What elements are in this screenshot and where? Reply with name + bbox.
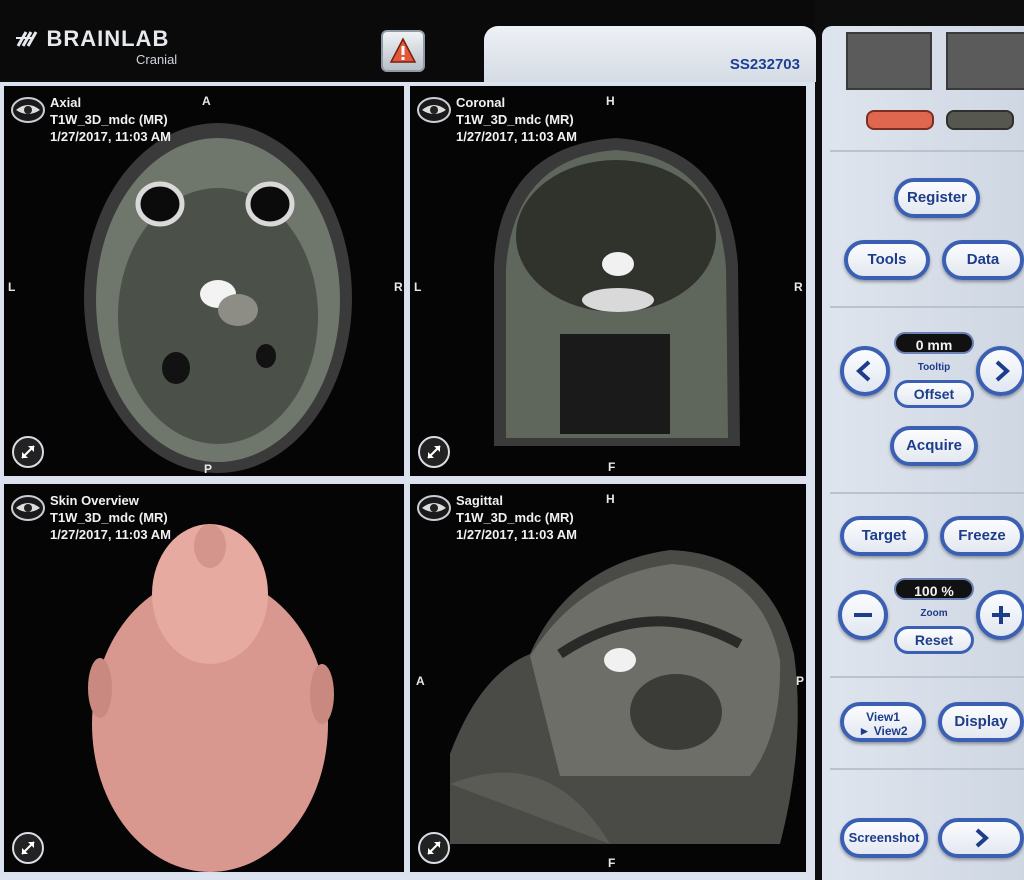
- viewport-name: Skin Overview: [50, 493, 139, 508]
- target-button[interactable]: Target: [840, 516, 928, 556]
- chevron-left-icon: [856, 360, 871, 382]
- viewport-sagittal[interactable]: Sagittal T1W_3D_mdc (MR) 1/27/2017, 11:0…: [408, 482, 808, 874]
- maximize-icon: [21, 841, 35, 855]
- control-panel: Register Tools Data 0 mm Tooltip Offset …: [822, 26, 1024, 880]
- camera-view-left: [846, 32, 932, 90]
- divider: [830, 492, 1024, 494]
- orientation-top: A: [202, 94, 211, 108]
- viewport-skin-overview[interactable]: Skin Overview T1W_3D_mdc (MR) 1/27/2017,…: [2, 482, 406, 874]
- series-name: T1W_3D_mdc (MR): [50, 510, 168, 525]
- chevron-right-icon: [995, 360, 1010, 382]
- offset-decrease-button[interactable]: [840, 346, 890, 396]
- divider: [830, 768, 1024, 770]
- warning-button[interactable]: [381, 30, 425, 72]
- next-button[interactable]: [938, 818, 1024, 858]
- maximize-button[interactable]: [418, 832, 450, 864]
- viewport-axial[interactable]: Axial T1W_3D_mdc (MR) 1/27/2017, 11:03 A…: [2, 84, 406, 478]
- patient-id: SS232703: [729, 56, 800, 73]
- zoom-in-button[interactable]: [976, 590, 1024, 640]
- eye-icon[interactable]: [10, 494, 46, 522]
- viewport-title-block: Coronal T1W_3D_mdc (MR) 1/27/2017, 11:03…: [456, 94, 577, 145]
- orientation-bottom: P: [204, 462, 213, 476]
- brand-name: BRAINLAB: [46, 26, 170, 51]
- eye-icon[interactable]: [10, 96, 46, 124]
- maximize-icon: [427, 841, 441, 855]
- orientation-left: A: [416, 674, 425, 688]
- maximize-button[interactable]: [12, 436, 44, 468]
- navigation-screen: BRAINLAB Cranial SS232703 Axial T1W_3D_m…: [0, 0, 1024, 880]
- zoom-readout: 100 %: [894, 578, 974, 600]
- camera-indicator-inactive: [946, 110, 1014, 130]
- view2-label: ► View2: [858, 724, 908, 738]
- viewport-title-block: Skin Overview T1W_3D_mdc (MR) 1/27/2017,…: [50, 492, 171, 543]
- viewport-name: Axial: [50, 95, 82, 110]
- series-name: T1W_3D_mdc (MR): [456, 112, 574, 127]
- maximize-icon: [427, 445, 441, 459]
- acquire-button[interactable]: Acquire: [890, 426, 978, 466]
- brainlab-logo: BRAINLAB Cranial: [14, 26, 177, 67]
- orientation-left: L: [414, 280, 422, 294]
- plus-icon: [992, 606, 1010, 624]
- camera-indicator-active: [866, 110, 934, 130]
- orientation-bottom: F: [608, 856, 616, 870]
- divider: [830, 676, 1024, 678]
- camera-view-right: [946, 32, 1024, 90]
- register-button[interactable]: Register: [894, 178, 980, 218]
- viewport-grid: Axial T1W_3D_mdc (MR) 1/27/2017, 11:03 A…: [0, 82, 815, 880]
- zoom-caption: Zoom: [920, 608, 948, 619]
- header-bar: BRAINLAB Cranial SS232703: [0, 0, 816, 82]
- series-name: T1W_3D_mdc (MR): [456, 510, 574, 525]
- tooltip-caption: Tooltip: [917, 362, 951, 373]
- orientation-right: R: [794, 280, 803, 294]
- minus-icon: [854, 613, 872, 617]
- viewport-name: Sagittal: [456, 493, 503, 508]
- view1-label: View1: [866, 710, 900, 724]
- orientation-bottom: F: [608, 460, 616, 474]
- viewport-coronal[interactable]: Coronal T1W_3D_mdc (MR) 1/27/2017, 11:03…: [408, 84, 808, 478]
- warning-triangle-icon: [389, 37, 417, 63]
- viewport-title-block: Axial T1W_3D_mdc (MR) 1/27/2017, 11:03 A…: [50, 94, 171, 145]
- divider: [830, 306, 1024, 308]
- series-name: T1W_3D_mdc (MR): [50, 112, 168, 127]
- display-button[interactable]: Display: [938, 702, 1024, 742]
- series-datetime: 1/27/2017, 11:03 AM: [50, 527, 171, 542]
- offset-readout: 0 mm: [894, 332, 974, 354]
- product-name: Cranial: [136, 52, 178, 67]
- view-toggle-button[interactable]: View1 ► View2: [840, 702, 926, 742]
- freeze-button[interactable]: Freeze: [940, 516, 1024, 556]
- eye-icon[interactable]: [416, 96, 452, 124]
- maximize-button[interactable]: [418, 436, 450, 468]
- orientation-right: R: [394, 280, 403, 294]
- viewport-name: Coronal: [456, 95, 506, 110]
- series-datetime: 1/27/2017, 11:03 AM: [50, 129, 171, 144]
- reset-button[interactable]: Reset: [894, 626, 974, 654]
- orientation-right: P: [796, 674, 805, 688]
- offset-button[interactable]: Offset: [894, 380, 974, 408]
- series-datetime: 1/27/2017, 11:03 AM: [456, 527, 577, 542]
- maximize-button[interactable]: [12, 832, 44, 864]
- chevron-right-icon: [975, 828, 990, 848]
- brainlab-logo-icon: [16, 31, 38, 47]
- orientation-top: H: [606, 492, 615, 506]
- divider: [830, 150, 1024, 152]
- viewport-title-block: Sagittal T1W_3D_mdc (MR) 1/27/2017, 11:0…: [456, 492, 577, 543]
- patient-tab[interactable]: SS232703: [484, 26, 816, 82]
- tools-button[interactable]: Tools: [844, 240, 930, 280]
- orientation-top: H: [606, 94, 615, 108]
- screenshot-button[interactable]: Screenshot: [840, 818, 928, 858]
- data-button[interactable]: Data: [942, 240, 1024, 280]
- offset-increase-button[interactable]: [976, 346, 1024, 396]
- series-datetime: 1/27/2017, 11:03 AM: [456, 129, 577, 144]
- maximize-icon: [21, 445, 35, 459]
- orientation-left: L: [8, 280, 16, 294]
- eye-icon[interactable]: [416, 494, 452, 522]
- zoom-out-button[interactable]: [838, 590, 888, 640]
